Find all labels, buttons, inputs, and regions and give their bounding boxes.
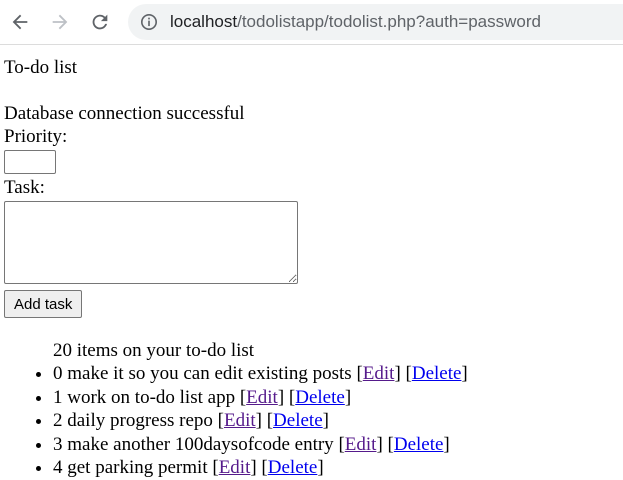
item-count: 20 items on your to-do list [53,340,255,361]
priority-input[interactable] [4,150,56,174]
list-item: 2 daily progress repo [Edit] [Delete] [53,409,623,433]
arrow-left-icon [12,14,28,30]
arrow-right-icon [52,14,68,30]
item-priority: 2 [53,410,63,431]
item-text: work on to-do list app [67,386,236,408]
item-text: daily progress repo [67,410,213,431]
forward-button[interactable] [46,8,74,36]
edit-link[interactable]: Edit [219,457,251,478]
item-priority: 0 [53,363,63,384]
connection-status: Database connection successful [4,103,245,124]
url-path: /todolistapp/todolist.php?auth=password [237,12,541,31]
list-item: 0 make it so you can edit existing posts… [53,362,623,386]
browser-toolbar: localhost/todolistapp/todolist.php?auth=… [0,0,623,45]
edit-link[interactable]: Edit [246,387,278,408]
edit-link[interactable]: Edit [345,434,377,455]
reload-button[interactable] [86,8,114,36]
item-priority: 3 [53,433,63,455]
item-priority: 1 [53,386,63,408]
back-button[interactable] [6,8,34,36]
add-task-button[interactable]: Add task [4,290,83,318]
list-item: 4 get parking permit [Edit] [Delete] [53,456,623,480]
priority-label: Priority: [4,126,68,147]
list-item: 3 make another 100daysofcode entry [Edit… [53,433,623,457]
item-text: make it so you can edit existing posts [67,363,352,384]
todo-list-section: 20 items on your to-do list 0 make it so… [53,339,623,480]
delete-link[interactable]: Delete [268,457,318,478]
edit-link[interactable]: Edit [363,363,395,384]
item-priority: 4 [53,457,63,478]
task-label: Task: [4,177,45,198]
delete-link[interactable]: Delete [273,410,323,431]
page-title: To-do list [4,57,78,78]
item-text: get parking permit [67,457,208,478]
task-textarea[interactable] [4,201,298,284]
address-bar[interactable]: localhost/todolistapp/todolist.php?auth=… [128,4,623,40]
url-text[interactable]: localhost/todolistapp/todolist.php?auth=… [170,12,541,32]
todo-list: 0 make it so you can edit existing posts… [53,362,623,480]
delete-link[interactable]: Delete [412,363,462,384]
url-host: localhost [170,12,238,31]
delete-link[interactable]: Delete [394,434,444,455]
list-item: 1 work on to-do list app [Edit] [Delete] [53,386,623,410]
item-text: make another 100daysofcode entry [67,433,334,455]
delete-link[interactable]: Delete [295,387,345,408]
edit-link[interactable]: Edit [224,410,256,431]
page-content: To-do list Database connection successfu… [4,44,623,480]
info-icon[interactable] [140,13,158,31]
reload-icon [92,14,108,30]
